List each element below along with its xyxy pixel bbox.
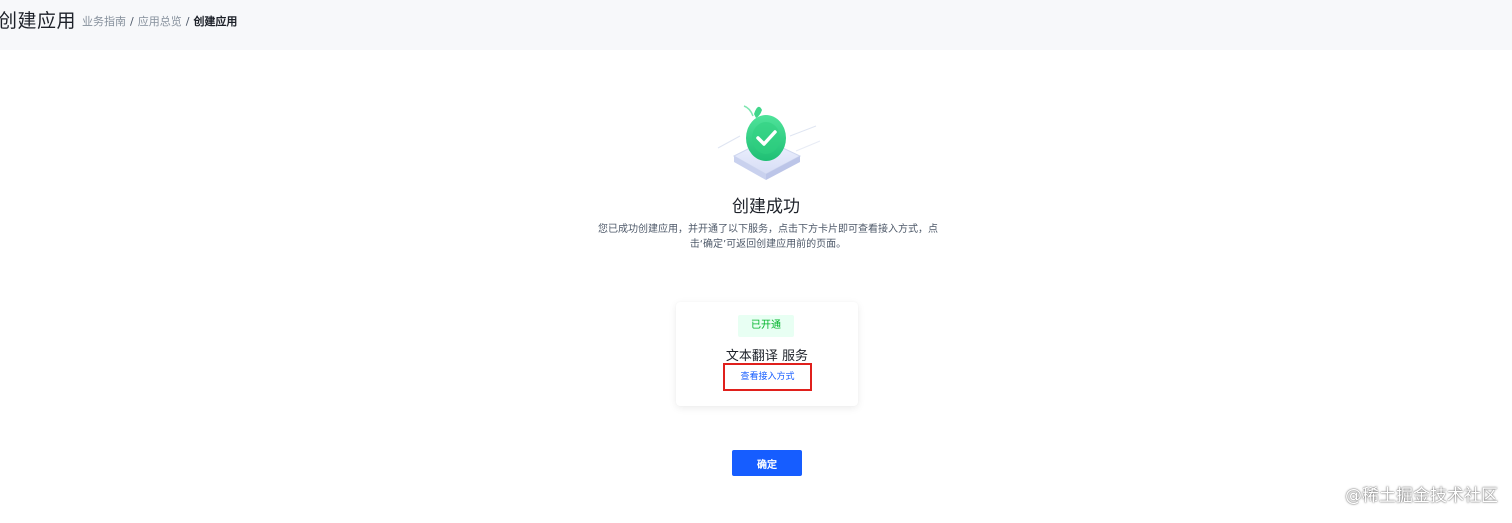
page-header: 创建应用 业务指南 / 应用总览 / 创建应用 <box>0 0 1512 50</box>
breadcrumb-separator: / <box>185 15 190 28</box>
success-description: 您已成功创建应用，并开通了以下服务，点击下方卡片即可查看接入方式，点 击‘确定’… <box>584 222 952 252</box>
page-title: 创建应用 <box>0 10 77 32</box>
breadcrumb-item-guide[interactable]: 业务指南 <box>82 14 126 30</box>
confirm-button[interactable]: 确定 <box>732 450 802 476</box>
success-title: 创建成功 <box>732 197 800 217</box>
breadcrumb-item-overview[interactable]: 应用总览 <box>138 14 182 30</box>
success-description-line: 您已成功创建应用，并开通了以下服务，点击下方卡片即可查看接入方式，点 <box>598 224 938 235</box>
status-badge: 已开通 <box>738 315 794 337</box>
breadcrumb: 业务指南 / 应用总览 / 创建应用 <box>82 14 237 30</box>
breadcrumb-current: 创建应用 <box>193 15 238 28</box>
watermark: @稀土掘金技术社区 <box>1345 486 1498 506</box>
breadcrumb-separator: / <box>130 15 134 28</box>
service-card-text-translation[interactable]: 已开通 文本翻译 服务 查看接入方式 <box>676 302 858 406</box>
view-access-method-link[interactable]: 查看接入方式 <box>723 363 812 391</box>
success-description-line: 击‘确定’可返回创建应用前的页面。 <box>689 239 847 250</box>
success-check-icon <box>700 96 830 196</box>
